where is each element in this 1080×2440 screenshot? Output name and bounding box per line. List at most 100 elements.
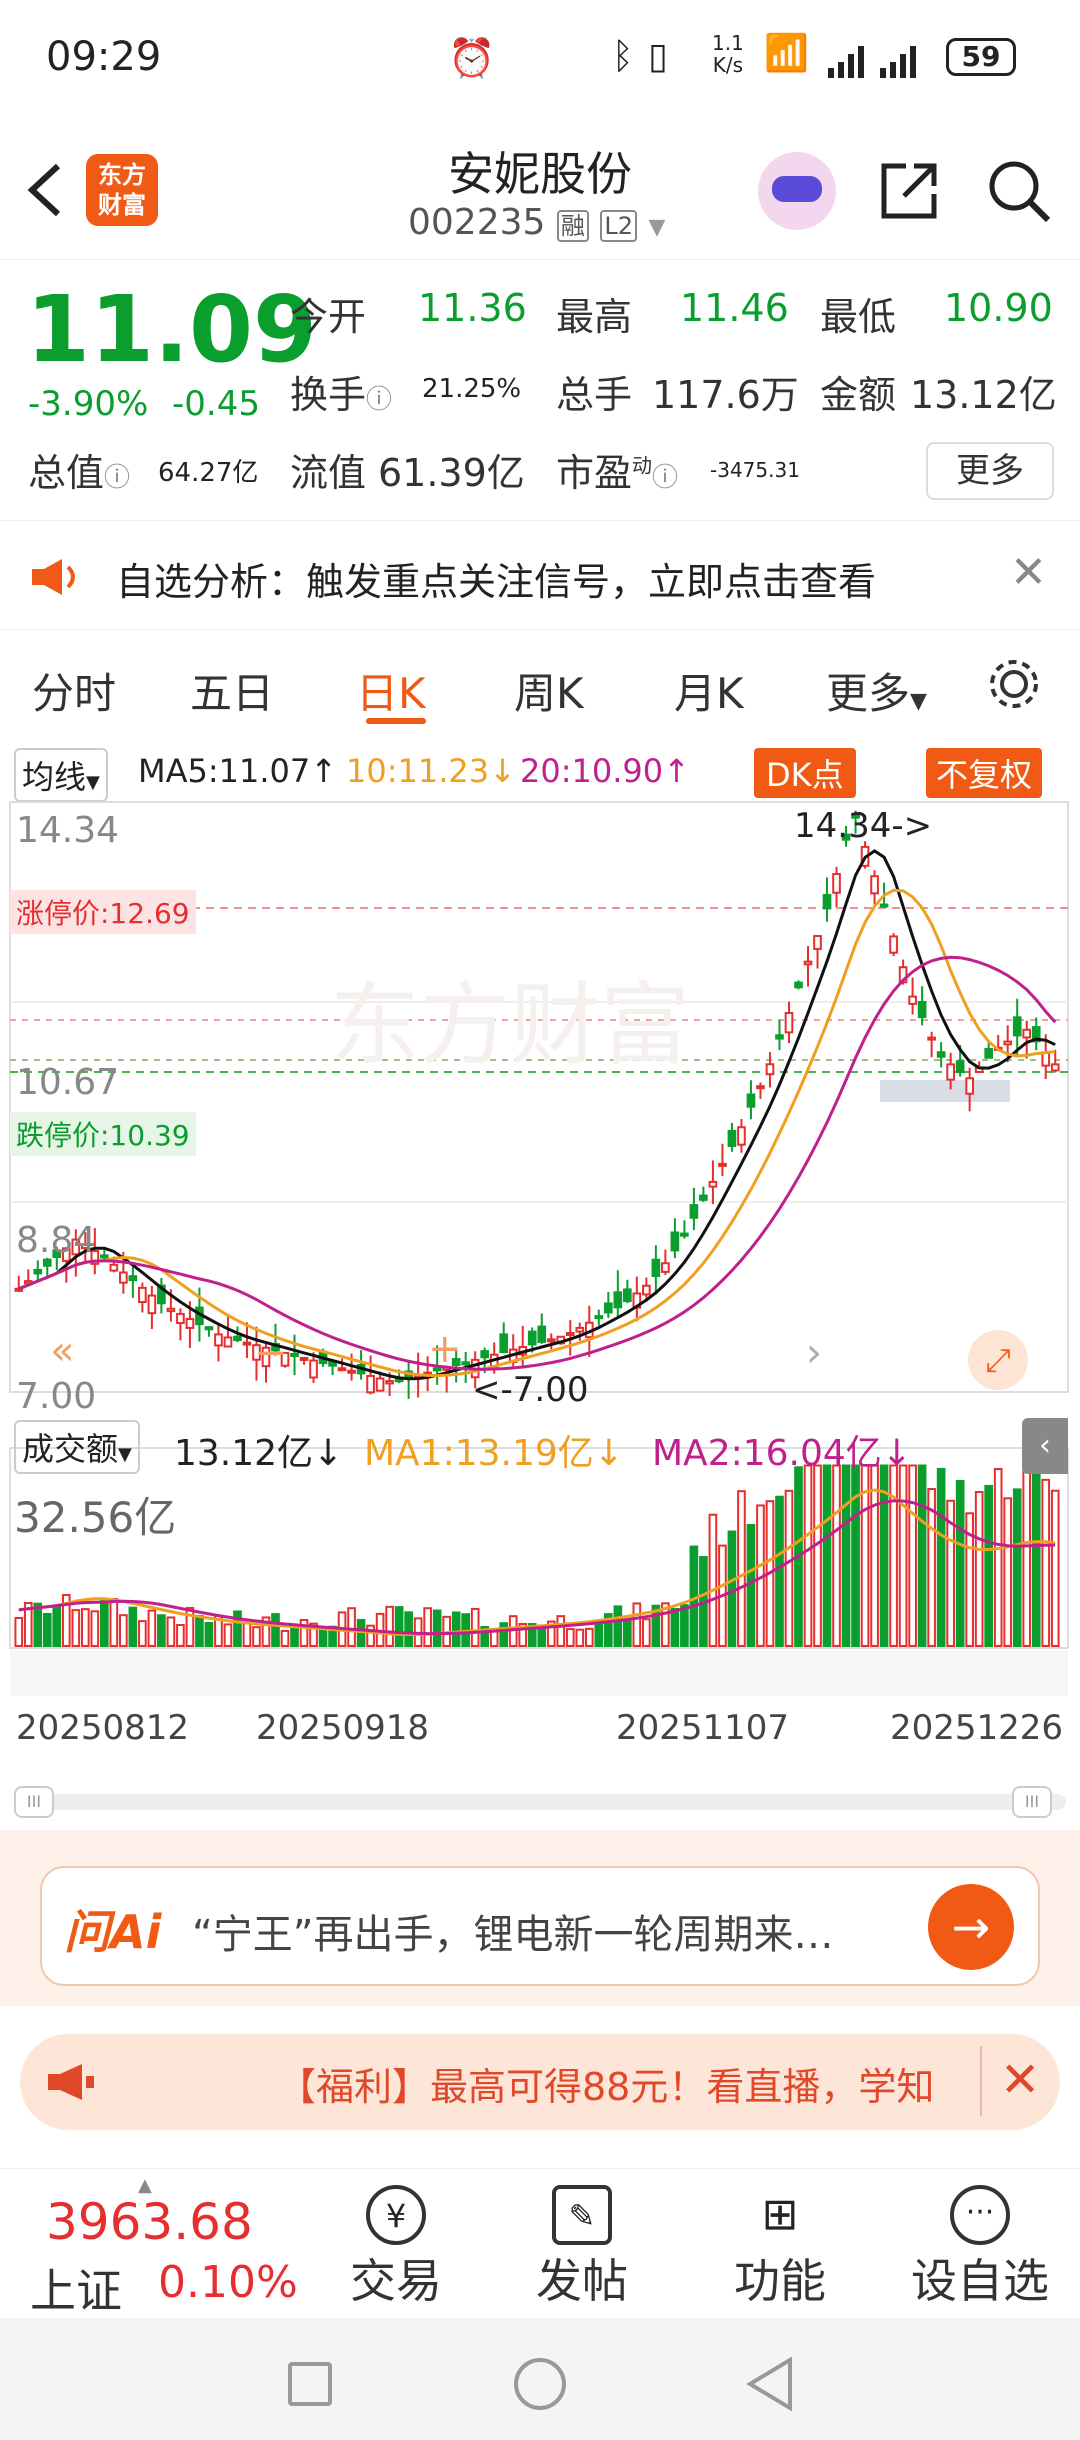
app-logo[interactable]: 东方 财富 xyxy=(86,154,158,226)
notice-bar[interactable]: 自选分析：触发重点关注信号，立即点击查看 ✕ xyxy=(0,520,1080,630)
pe-label: 市盈动ⓘ xyxy=(556,451,679,495)
candle-body xyxy=(204,1326,214,1331)
volume-bar xyxy=(71,1609,81,1647)
more-quote-button[interactable]: 更多 xyxy=(926,442,1054,500)
volume-bar xyxy=(1012,1488,1022,1647)
zoom-in-icon[interactable]: + xyxy=(428,1326,462,1372)
candle-body xyxy=(832,873,841,894)
range-handle-left[interactable]: III xyxy=(14,1786,54,1818)
wifi-6-icon: 📶 xyxy=(764,33,809,74)
index-value[interactable]: 3963.68 xyxy=(46,2193,253,2251)
index-change[interactable]: 0.10% xyxy=(158,2257,298,2308)
stock-code-row[interactable]: 002235 融 L2 ▼ xyxy=(408,202,665,243)
open-label: 今开 xyxy=(290,295,367,339)
volume-bar xyxy=(784,1489,794,1647)
volume-bar xyxy=(993,1467,1003,1647)
collapse-panel-icon[interactable]: ‹ xyxy=(1022,1418,1068,1474)
volume-bar xyxy=(1050,1489,1060,1647)
ai-ask-bar[interactable]: 问Ai “宁王”再出手，锂电新一轮周期来… → xyxy=(40,1866,1040,1986)
volume-selector[interactable]: 成交额▼ xyxy=(14,1420,140,1474)
nav-add-watch[interactable]: ··· 设自选 xyxy=(900,2185,1060,2311)
recent-apps-icon[interactable] xyxy=(288,2362,332,2406)
candle-body xyxy=(680,1232,689,1237)
volume-bar xyxy=(90,1610,100,1648)
candle-body xyxy=(375,1377,385,1392)
candle-body xyxy=(527,1330,537,1346)
date-tick: 20250918 xyxy=(256,1708,430,1748)
volume-bar xyxy=(204,1621,214,1648)
zoom-out-icon[interactable]: − xyxy=(254,1330,288,1376)
min-price-label: <-7.00 xyxy=(472,1370,589,1410)
volume-bar xyxy=(489,1629,499,1648)
megaphone-icon xyxy=(48,2064,94,2100)
volume-bar xyxy=(727,1530,737,1648)
candle-body xyxy=(1041,1051,1051,1067)
candle-body xyxy=(385,1380,394,1385)
mktcap-label: 总值ⓘ xyxy=(28,451,131,495)
scroll-right-icon[interactable]: › xyxy=(806,1330,822,1376)
volume-bar xyxy=(138,1620,147,1648)
float-label: 流值 xyxy=(290,451,367,495)
candle-body xyxy=(936,1051,946,1058)
amount-label: 金额 xyxy=(820,373,897,417)
scroll-left-icon[interactable]: « xyxy=(50,1328,74,1374)
date-tick: 20251226 xyxy=(890,1708,1064,1748)
kline-chart[interactable]: 均线▼ MA5:11.07↑ 10:11.23↓ 20:10.90↑ DK点 不… xyxy=(0,740,1080,1818)
home-icon[interactable] xyxy=(514,2358,566,2410)
dk-point-button[interactable]: DK点 xyxy=(754,748,856,798)
volume-bar xyxy=(813,1464,822,1647)
candle-body xyxy=(290,1352,299,1357)
back-nav-icon[interactable] xyxy=(744,2356,794,2412)
tab-monthly-k[interactable]: 月K xyxy=(674,660,744,721)
tab-minute[interactable]: 分时 xyxy=(32,660,116,721)
robot-assistant-icon[interactable] xyxy=(758,152,836,230)
volume-bar xyxy=(119,1614,128,1648)
promo-banner[interactable]: 【福利】最高可得88元！看直播，学知 ✕ xyxy=(20,2034,1060,2130)
mktcap-value: 64.27亿 xyxy=(158,458,259,488)
bottom-nav: ▲ 3963.68 上证 0.10% ¥ 交易 ✎ 发帖 ⊞ 功能 ··· 设自… xyxy=(0,2168,1080,2318)
candle-body xyxy=(889,935,898,954)
level2-badge: L2 xyxy=(600,210,637,242)
index-name[interactable]: 上证 xyxy=(30,2255,122,2321)
candle-body xyxy=(594,1315,604,1320)
nav-functions[interactable]: ⊞ 功能 xyxy=(720,2185,840,2311)
nav-post[interactable]: ✎ 发帖 xyxy=(522,2185,642,2311)
volume-bar xyxy=(1041,1478,1051,1648)
close-icon[interactable]: ✕ xyxy=(1010,547,1047,598)
volume-bar xyxy=(252,1626,261,1647)
tab-five-day[interactable]: 五日 xyxy=(190,660,274,721)
fullscreen-icon[interactable]: ⤢ xyxy=(968,1330,1028,1390)
close-icon[interactable]: ✕ xyxy=(1000,2052,1040,2108)
adjust-button[interactable]: 不复权 xyxy=(926,748,1043,798)
tab-more[interactable]: 更多▼ xyxy=(826,660,927,721)
volume-bar xyxy=(575,1628,585,1648)
search-icon[interactable] xyxy=(984,156,1054,226)
candle-body xyxy=(1050,1063,1060,1072)
settings-gear-icon[interactable] xyxy=(986,656,1042,712)
candle-body xyxy=(613,1291,623,1309)
volume-bar xyxy=(642,1618,651,1647)
pe-value: -3475.31 xyxy=(710,458,800,482)
tab-weekly-k[interactable]: 周K xyxy=(514,660,584,721)
more-dots-icon: ··· xyxy=(950,2185,1010,2245)
volume-bar xyxy=(394,1606,404,1647)
nav-trade[interactable]: ¥ 交易 xyxy=(336,2185,456,2311)
tab-daily-k[interactable]: 日K xyxy=(356,660,426,721)
arrow-right-icon[interactable]: → xyxy=(928,1884,1014,1970)
back-icon[interactable] xyxy=(24,160,64,220)
vibrate-icon: ▯ xyxy=(648,36,668,77)
volume-bar xyxy=(366,1624,375,1648)
share-icon[interactable] xyxy=(876,158,942,224)
volume-bar xyxy=(746,1523,756,1648)
ma5-label: MA5:11.07↑ xyxy=(138,752,338,790)
volume-bar xyxy=(385,1605,394,1647)
candle-body xyxy=(765,1063,775,1076)
open-value: 11.36 xyxy=(418,286,527,330)
ma-selector[interactable]: 均线▼ xyxy=(14,748,108,802)
range-slider-track[interactable] xyxy=(14,1794,1066,1810)
volume-bar xyxy=(290,1626,299,1647)
volume-ma2-label: MA2:16.04亿↓ xyxy=(652,1433,912,1474)
margin-badge: 融 xyxy=(556,210,589,242)
range-handle-right[interactable]: III xyxy=(1012,1786,1052,1818)
volume-bar xyxy=(623,1619,632,1647)
